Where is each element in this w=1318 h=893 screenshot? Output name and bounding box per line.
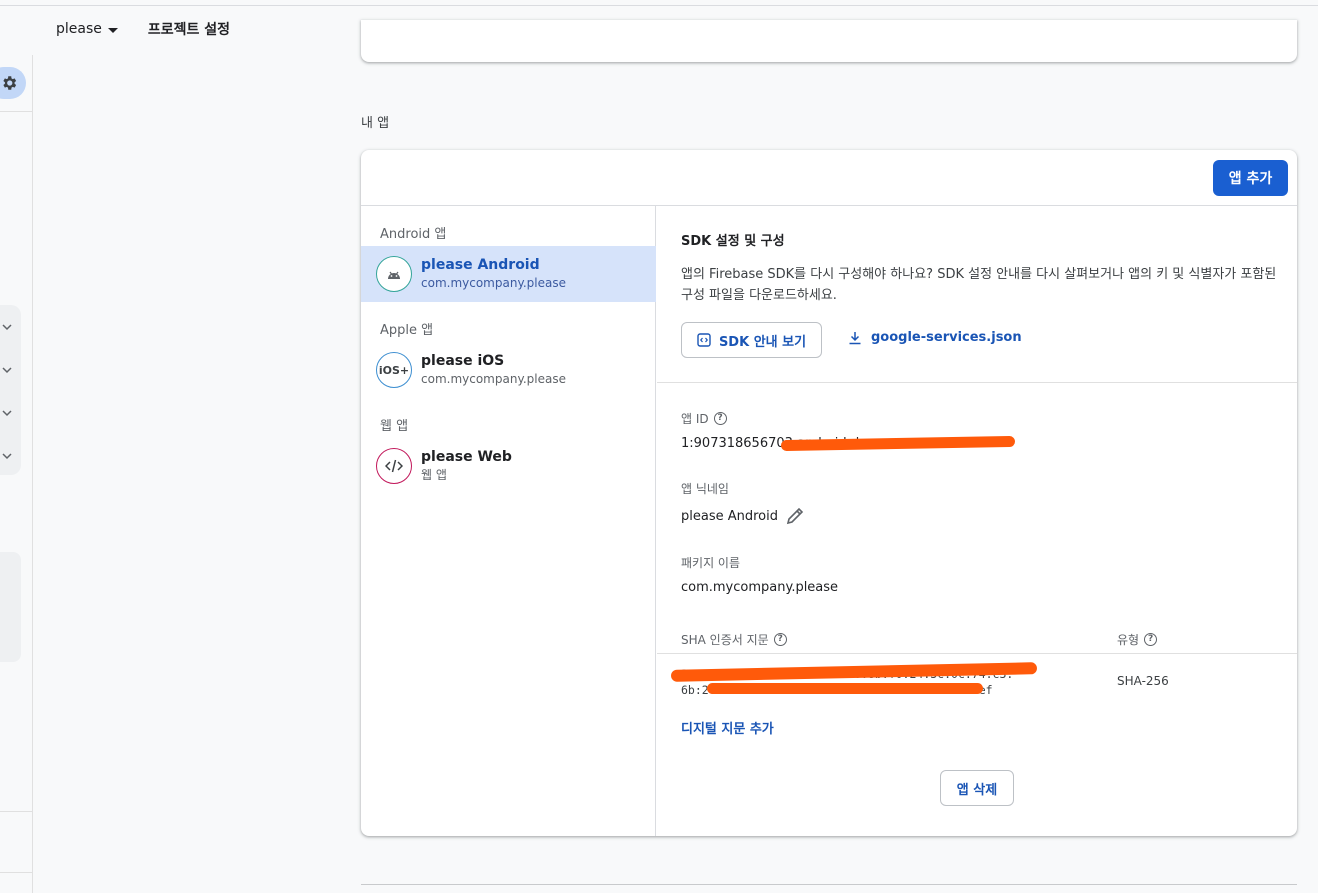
section-divider bbox=[657, 382, 1297, 383]
page-title: 프로젝트 설정 bbox=[147, 22, 231, 38]
type-label-text: 유형 bbox=[1117, 633, 1140, 647]
sdk-section-title: SDK 설정 및 구성 bbox=[681, 234, 785, 249]
nav-promo-box bbox=[0, 552, 21, 662]
table-divider bbox=[657, 653, 1297, 654]
left-nav-rail bbox=[0, 55, 33, 893]
sha-type-value: SHA-256 bbox=[1117, 674, 1169, 688]
rail-divider bbox=[0, 811, 33, 812]
app-list: Android 앱 please Android com.mycompany.p… bbox=[361, 206, 656, 836]
app-type: 웹 앱 bbox=[421, 468, 447, 482]
ios-icon-text: iOS+ bbox=[378, 363, 410, 377]
config-file-name: google-services.json bbox=[871, 330, 1022, 345]
download-config-link[interactable]: google-services.json bbox=[848, 330, 1022, 345]
project-selector[interactable]: please bbox=[56, 21, 118, 37]
nav-group bbox=[0, 305, 21, 475]
gear-icon bbox=[3, 76, 17, 90]
section-title: 내 앱 bbox=[361, 116, 390, 131]
app-name: please Web bbox=[421, 449, 512, 465]
type-label: 유형 ? bbox=[1117, 631, 1158, 648]
app-item-web[interactable]: please Web 웹 앱 bbox=[361, 438, 656, 494]
app-id-label: 앱 ID ? bbox=[681, 410, 727, 427]
package-value: com.mycompany.please bbox=[681, 580, 839, 595]
top-divider bbox=[0, 5, 1318, 6]
app-item-ios[interactable]: iOS+ please iOS com.mycompany.please bbox=[361, 342, 656, 398]
sdk-guide-button[interactable]: SDK 안내 보기 bbox=[681, 322, 822, 358]
app-package: com.mycompany.please bbox=[421, 372, 566, 386]
help-icon[interactable]: ? bbox=[713, 412, 727, 425]
add-app-button[interactable]: 앱 추가 bbox=[1213, 160, 1288, 196]
package-label: 패키지 이름 bbox=[681, 556, 741, 570]
chevron-down-icon[interactable] bbox=[2, 408, 12, 418]
caret-down-icon bbox=[107, 27, 118, 33]
group-label-apple: Apple 앱 bbox=[380, 323, 434, 338]
help-icon[interactable]: ? bbox=[1144, 633, 1158, 646]
rail-divider bbox=[0, 111, 33, 112]
delete-app-button[interactable]: 앱 삭제 bbox=[940, 770, 1014, 806]
nickname-value: please Android bbox=[681, 509, 778, 524]
nickname-label: 앱 닉네임 bbox=[681, 482, 729, 496]
group-label-web: 웹 앱 bbox=[380, 419, 409, 434]
app-id-label-text: 앱 ID bbox=[681, 412, 709, 426]
sha-label-text: SHA 인증서 지문 bbox=[681, 633, 769, 647]
project-name: please bbox=[56, 21, 102, 37]
bottom-divider bbox=[361, 884, 1297, 885]
code-icon bbox=[376, 448, 412, 484]
add-fingerprint-link[interactable]: 디지털 지문 추가 bbox=[681, 718, 774, 737]
chevron-down-icon[interactable] bbox=[2, 365, 12, 375]
ios-icon: iOS+ bbox=[376, 352, 412, 388]
chevron-down-icon[interactable] bbox=[2, 451, 12, 461]
android-icon bbox=[376, 256, 412, 292]
previous-card bbox=[361, 20, 1297, 62]
sdk-description: 앱의 Firebase SDK를 다시 구성해야 하나요? SDK 설정 안내를… bbox=[681, 267, 1277, 303]
sdk-guide-label: SDK 안내 보기 bbox=[718, 334, 807, 350]
edit-pencil-icon[interactable] bbox=[785, 506, 805, 526]
help-icon[interactable]: ? bbox=[773, 633, 787, 646]
top-bar: please 프로젝트 설정 bbox=[56, 18, 230, 40]
card-header: 앱 추가 bbox=[361, 150, 1297, 206]
redaction-mark bbox=[707, 683, 983, 694]
download-icon bbox=[849, 331, 861, 344]
group-label-android: Android 앱 bbox=[380, 227, 447, 242]
app-item-android[interactable]: please Android com.mycompany.please bbox=[361, 246, 656, 302]
code-box-icon bbox=[697, 333, 711, 347]
my-apps-card: 앱 추가 Android 앱 please Android com.mycomp… bbox=[361, 150, 1297, 836]
chevron-down-icon[interactable] bbox=[2, 322, 12, 332]
app-package: com.mycompany.please bbox=[421, 276, 566, 290]
app-name: please iOS bbox=[421, 353, 505, 369]
app-detail-panel: SDK 설정 및 구성 앱의 Firebase SDK를 다시 구성해야 하나요… bbox=[657, 206, 1297, 836]
settings-nav-button[interactable] bbox=[0, 67, 26, 99]
sha-label: SHA 인증서 지문 ? bbox=[681, 631, 787, 648]
app-name: please Android bbox=[421, 257, 540, 273]
rail-divider bbox=[0, 872, 33, 873]
